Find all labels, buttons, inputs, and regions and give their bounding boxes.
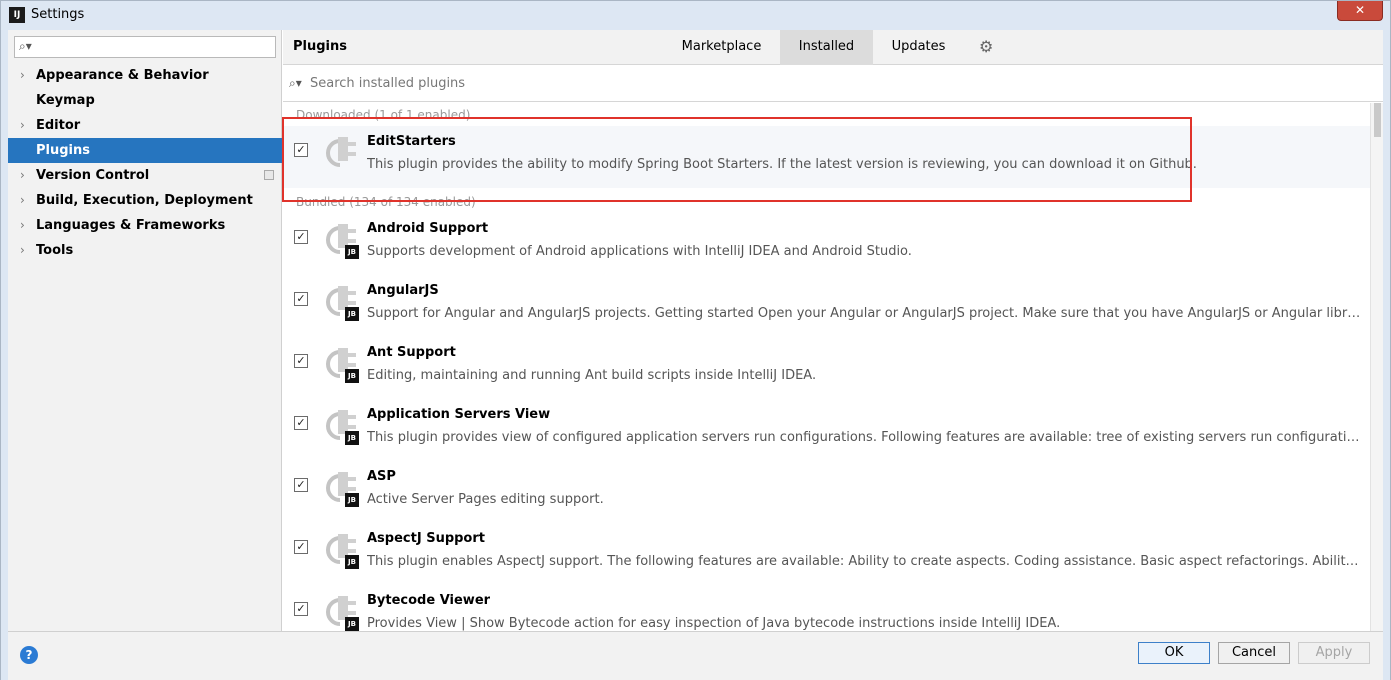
chevron-right-icon[interactable]: › xyxy=(20,113,25,138)
scrollbar-thumb[interactable] xyxy=(1374,103,1381,137)
jetbrains-badge-icon: JB xyxy=(345,307,359,321)
jetbrains-badge-icon: JB xyxy=(345,617,359,631)
plugin-name: Application Servers View xyxy=(367,407,551,422)
dialog-footer: ? OK Cancel Apply xyxy=(8,631,1383,680)
page-title: Plugins xyxy=(293,39,347,54)
window-frame-right xyxy=(1383,30,1391,680)
list-item[interactable]: ✓ JB AspectJ Support This plugin enables… xyxy=(283,523,1370,585)
list-item[interactable]: ✓ JB Application Servers View This plugi… xyxy=(283,399,1370,461)
plugin-description: This plugin provides view of configured … xyxy=(367,430,1362,445)
chevron-right-icon[interactable]: › xyxy=(20,213,25,238)
search-icon: ⌕▾ xyxy=(289,76,302,90)
window-titlebar: IJ Settings ✕ xyxy=(0,0,1391,30)
jetbrains-badge-icon: JB xyxy=(345,431,359,445)
plugin-description: Support for Angular and AngularJS projec… xyxy=(367,306,1362,321)
plugin-name: Ant Support xyxy=(367,345,456,360)
plugin-list-scrollbar[interactable] xyxy=(1370,103,1383,631)
chevron-right-icon[interactable]: › xyxy=(20,188,25,213)
sidebar-item-build-execution-deployment[interactable]: › Build, Execution, Deployment xyxy=(8,188,282,213)
plugin-enabled-checkbox[interactable]: ✓ xyxy=(294,478,308,492)
sidebar-item-appearance-behavior[interactable]: › Appearance & Behavior xyxy=(8,63,282,88)
chevron-right-icon[interactable]: › xyxy=(20,238,25,263)
jetbrains-badge-icon: JB xyxy=(345,493,359,507)
list-item[interactable]: ✓ JB AngularJS Support for Angular and A… xyxy=(283,275,1370,337)
sidebar-item-label: Appearance & Behavior xyxy=(36,68,209,83)
sidebar-item-languages-frameworks[interactable]: › Languages & Frameworks xyxy=(8,213,282,238)
settings-search-input[interactable]: ⌕▾ xyxy=(14,36,276,58)
list-item[interactable]: ✓ JB Ant Support Editing, maintaining an… xyxy=(283,337,1370,399)
plugin-name: AngularJS xyxy=(367,283,439,298)
tab-installed[interactable]: Installed xyxy=(780,30,873,65)
plugin-name: Android Support xyxy=(367,221,489,236)
intellij-app-icon: IJ xyxy=(9,7,25,23)
chevron-right-icon[interactable]: › xyxy=(20,163,25,188)
plugin-description: Editing, maintaining and running Ant bui… xyxy=(367,368,817,383)
apply-button[interactable]: Apply xyxy=(1298,642,1370,664)
sidebar-item-label: Editor xyxy=(36,118,81,133)
settings-sidebar: ⌕▾ › Appearance & Behavior Keymap › Edit… xyxy=(8,30,282,631)
plugins-header: Plugins Marketplace Installed Updates ⚙ xyxy=(283,30,1383,65)
cancel-button[interactable]: Cancel xyxy=(1218,642,1290,664)
settings-tree: › Appearance & Behavior Keymap › Editor … xyxy=(8,63,282,263)
tab-marketplace[interactable]: Marketplace xyxy=(673,30,770,65)
window-frame-left xyxy=(0,30,8,680)
plugin-name: ASP xyxy=(367,469,396,484)
project-level-icon xyxy=(264,170,274,180)
sidebar-item-label: Plugins xyxy=(36,143,90,158)
list-item[interactable]: ✓ JB ASP Active Server Pages editing sup… xyxy=(283,461,1370,523)
plugin-enabled-checkbox[interactable]: ✓ xyxy=(294,416,308,430)
sidebar-item-version-control[interactable]: › Version Control xyxy=(8,163,282,188)
list-item[interactable]: ✓ JB Android Support Supports developmen… xyxy=(283,213,1370,275)
tab-updates[interactable]: Updates xyxy=(880,30,957,65)
plugin-description: Supports development of Android applicat… xyxy=(367,244,912,259)
sidebar-item-editor[interactable]: › Editor xyxy=(8,113,282,138)
plugin-enabled-checkbox[interactable]: ✓ xyxy=(294,230,308,244)
sidebar-item-keymap[interactable]: Keymap xyxy=(8,88,282,113)
window-title: Settings xyxy=(31,7,85,22)
plugin-name: AspectJ Support xyxy=(367,531,485,546)
plugin-enabled-checkbox[interactable]: ✓ xyxy=(294,354,308,368)
jetbrains-badge-icon: JB xyxy=(345,369,359,383)
plugin-enabled-checkbox[interactable]: ✓ xyxy=(294,292,308,306)
gear-icon[interactable]: ⚙ xyxy=(979,37,993,56)
plugin-search-input[interactable]: ⌕▾ Search installed plugins xyxy=(283,66,1383,102)
sidebar-item-plugins[interactable]: Plugins xyxy=(8,138,282,163)
sidebar-item-label: Languages & Frameworks xyxy=(36,218,226,233)
search-placeholder: Search installed plugins xyxy=(310,76,466,91)
plugin-description: Provides View | Show Bytecode action for… xyxy=(367,616,1061,631)
plugin-name: Bytecode Viewer xyxy=(367,593,491,608)
list-item[interactable]: ✓ JB Bytecode Viewer Provides View | Sho… xyxy=(283,585,1370,631)
plugin-description: This plugin enables AspectJ support. The… xyxy=(367,554,1362,569)
plugin-enabled-checkbox[interactable]: ✓ xyxy=(294,540,308,554)
highlight-annotation-box xyxy=(282,117,1192,202)
plugin-enabled-checkbox[interactable]: ✓ xyxy=(294,602,308,616)
chevron-right-icon[interactable]: › xyxy=(20,63,25,88)
ok-button[interactable]: OK xyxy=(1138,642,1210,664)
jetbrains-badge-icon: JB xyxy=(345,555,359,569)
sidebar-item-label: Keymap xyxy=(36,93,95,108)
jetbrains-badge-icon: JB xyxy=(345,245,359,259)
help-icon[interactable]: ? xyxy=(20,646,38,664)
plugin-description: Active Server Pages editing support. xyxy=(367,492,604,507)
sidebar-item-label: Version Control xyxy=(36,168,150,183)
sidebar-item-label: Tools xyxy=(36,243,74,258)
search-icon: ⌕▾ xyxy=(19,39,32,53)
sidebar-item-label: Build, Execution, Deployment xyxy=(36,193,253,208)
sidebar-item-tools[interactable]: › Tools xyxy=(8,238,282,263)
window-close-button[interactable]: ✕ xyxy=(1337,1,1383,21)
